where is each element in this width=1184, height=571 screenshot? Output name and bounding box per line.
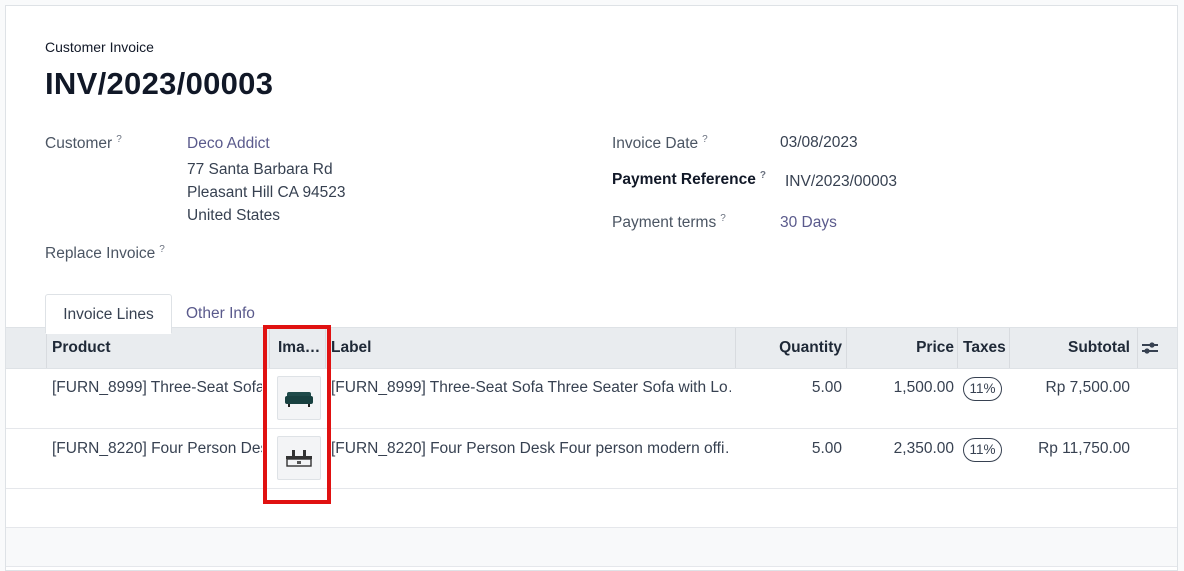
replace-invoice-label: Replace Invoice? [45, 244, 165, 263]
invoice-date-help-icon[interactable]: ? [702, 134, 708, 145]
row-subtotal: Rp 7,500.00 [1045, 379, 1130, 396]
invoice-form-sheet: Customer Invoice INV/2023/00003 Customer… [5, 5, 1178, 571]
customer-address-line-3: United States [187, 207, 281, 224]
customer-help-icon[interactable]: ? [116, 134, 122, 145]
empty-row [6, 528, 1177, 567]
optional-columns-settings-icon[interactable] [1140, 338, 1160, 358]
row-quantity[interactable]: 5.00 [742, 440, 842, 458]
row-price[interactable]: 2,350.00 [854, 440, 954, 458]
row-product[interactable]: [FURN_8999] Three-Seat Sofa [52, 379, 262, 397]
payment-terms-help-icon[interactable]: ? [720, 213, 726, 224]
column-header-quantity[interactable]: Quantity [742, 328, 842, 368]
tab-invoice-lines[interactable]: Invoice Lines [45, 294, 172, 334]
row-product[interactable]: [FURN_8220] Four Person Desk [52, 440, 262, 458]
column-header-price[interactable]: Price [854, 328, 954, 368]
table-row[interactable]: [FURN_8999] Three-Seat Sofa [FURN_8999] … [6, 369, 1177, 429]
payment-terms-field[interactable]: 30 Days [780, 214, 837, 232]
payment-terms-label: Payment terms? [612, 213, 726, 232]
column-header-label[interactable]: Label [331, 328, 371, 368]
row-label[interactable]: [FURN_8999] Three-Seat Sofa Three Seater… [331, 379, 731, 397]
invoice-lines-table-header: Product Ima… Label Quantity Price Taxes … [6, 327, 1177, 369]
payment-reference-label: Payment Reference? [612, 170, 766, 189]
customer-name-link[interactable]: Deco Addict [187, 135, 270, 153]
customer-address-line-1: 77 Santa Barbara Rd [187, 161, 333, 178]
table-row[interactable]: [FURN_8220] Four Person Desk [FURN_8220]… [6, 429, 1177, 489]
invoice-number-title: INV/2023/00003 [45, 66, 274, 101]
replace-invoice-help-icon[interactable]: ? [159, 244, 165, 255]
payment-reference-field[interactable]: INV/2023/00003 [785, 173, 897, 191]
customer-label: Customer? [45, 134, 122, 153]
image-column-highlight [263, 325, 331, 504]
row-tax-badge[interactable]: 11% [963, 377, 1002, 401]
empty-row [6, 489, 1177, 528]
invoice-type-label: Customer Invoice [45, 39, 154, 55]
column-header-taxes[interactable]: Taxes [963, 328, 1006, 368]
row-label[interactable]: [FURN_8220] Four Person Desk Four person… [331, 440, 731, 458]
customer-address-line-2: Pleasant Hill CA 94523 [187, 184, 346, 201]
invoice-date-field[interactable]: 03/08/2023 [780, 134, 858, 152]
row-subtotal: Rp 11,750.00 [1038, 440, 1130, 457]
row-price[interactable]: 1,500.00 [854, 379, 954, 397]
invoice-date-label: Invoice Date? [612, 134, 708, 153]
payment-reference-help-icon[interactable]: ? [760, 170, 766, 181]
column-header-subtotal[interactable]: Subtotal [1016, 328, 1130, 368]
row-quantity[interactable]: 5.00 [742, 379, 842, 397]
row-tax-badge[interactable]: 11% [963, 438, 1002, 462]
